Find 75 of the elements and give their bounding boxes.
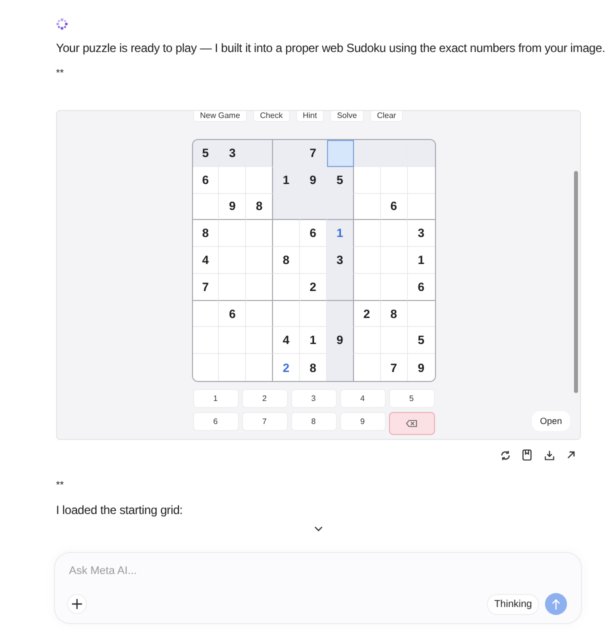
sudoku-cell[interactable]: 6 [300,220,327,248]
sudoku-cell[interactable] [246,220,274,248]
number-key[interactable]: 6 [192,412,238,431]
chevron-down-icon[interactable] [314,526,322,532]
download-icon[interactable] [542,448,556,462]
number-key[interactable]: 7 [242,412,288,431]
sudoku-cell[interactable]: 6 [380,194,408,220]
sudoku-cell[interactable]: 9 [300,166,327,194]
message-text: I loaded the starting grid: [56,502,184,518]
sudoku-cell[interactable]: 7 [300,140,327,167]
sudoku-cell[interactable] [246,247,274,274]
sudoku-cell[interactable]: 1 [300,327,327,354]
sudoku-cell[interactable]: 6 [192,166,220,194]
arrow-up-icon [551,598,561,610]
add-button[interactable] [67,594,87,614]
number-key[interactable]: 5 [388,389,434,408]
plus-icon [72,599,82,609]
sudoku-cell[interactable]: 6 [408,274,434,301]
loading-icon [56,18,68,30]
message-text: Your puzzle is ready to play — I built it into a proper web Sudoku using the exact numbers from your image. [56,40,606,56]
open-button[interactable]: Open [532,411,570,431]
sudoku-cell[interactable] [246,300,274,328]
sudoku-cell[interactable]: 1 [408,247,434,274]
sudoku-cell[interactable]: 7 [380,354,408,381]
number-key[interactable]: 4 [340,389,386,408]
sudoku-cell[interactable]: 5 [192,140,220,167]
message-input[interactable]: Ask Meta AI... [67,564,567,578]
sudoku-cell[interactable] [326,354,354,381]
sudoku-cell[interactable]: 1 [273,166,300,194]
sudoku-cell[interactable] [246,327,274,354]
sudoku-cell[interactable]: 8 [380,300,408,328]
backspace-icon [406,420,417,427]
scrollbar[interactable] [574,171,578,393]
sudoku-cell[interactable] [326,300,354,328]
toolbar-button[interactable]: Hint [296,111,324,122]
sudoku-cell[interactable]: 6 [219,300,246,328]
sudoku-cell[interactable] [246,274,274,301]
asterisks-text: ** [56,480,65,492]
toolbar-button[interactable]: Clear [370,111,404,122]
asterisks-text: ** [56,68,65,80]
sudoku-cell[interactable]: 9 [219,194,246,220]
sudoku-cell[interactable]: 8 [246,194,274,220]
sudoku-cell[interactable]: 8 [192,220,220,248]
sudoku-cell[interactable]: 9 [408,354,434,381]
toolbar-button[interactable]: Check [253,111,290,122]
sudoku-cell[interactable]: 5 [408,327,434,354]
sudoku-cell[interactable]: 1 [326,220,354,248]
thinking-button[interactable]: Thinking [487,594,539,614]
number-key[interactable]: 1 [192,389,238,408]
number-key[interactable]: 2 [242,389,288,408]
number-key[interactable]: 9 [340,412,386,431]
sudoku-cell[interactable]: 3 [219,140,246,167]
number-key[interactable]: 8 [290,412,336,431]
toolbar-button[interactable]: New Game [193,111,248,122]
send-button[interactable] [545,593,567,615]
sudoku-cell[interactable] [246,140,274,167]
sudoku-cell[interactable] [408,194,434,220]
sudoku-cell[interactable]: 7 [192,274,220,301]
sudoku-cell[interactable] [246,166,274,194]
sudoku-cell[interactable]: 2 [300,274,327,301]
toolbar-button[interactable]: Solve [330,111,364,122]
document-icon[interactable] [520,448,534,462]
sudoku-cell[interactable]: 2 [354,300,381,328]
erase-key[interactable] [388,412,434,435]
sudoku-cell[interactable]: 3 [326,247,354,274]
number-key[interactable]: 3 [290,389,336,408]
sudoku-cell[interactable]: 8 [273,247,300,274]
sudoku-cell[interactable] [326,194,354,220]
sudoku-cell[interactable]: 5 [326,166,354,194]
sudoku-cell[interactable]: 3 [408,220,434,248]
sudoku-cell[interactable] [326,274,354,301]
sudoku-cell[interactable] [326,140,354,167]
sudoku-cell[interactable]: 9 [326,327,354,354]
sudoku-cell[interactable]: 4 [192,247,220,274]
sudoku-cell[interactable]: 4 [273,327,300,354]
